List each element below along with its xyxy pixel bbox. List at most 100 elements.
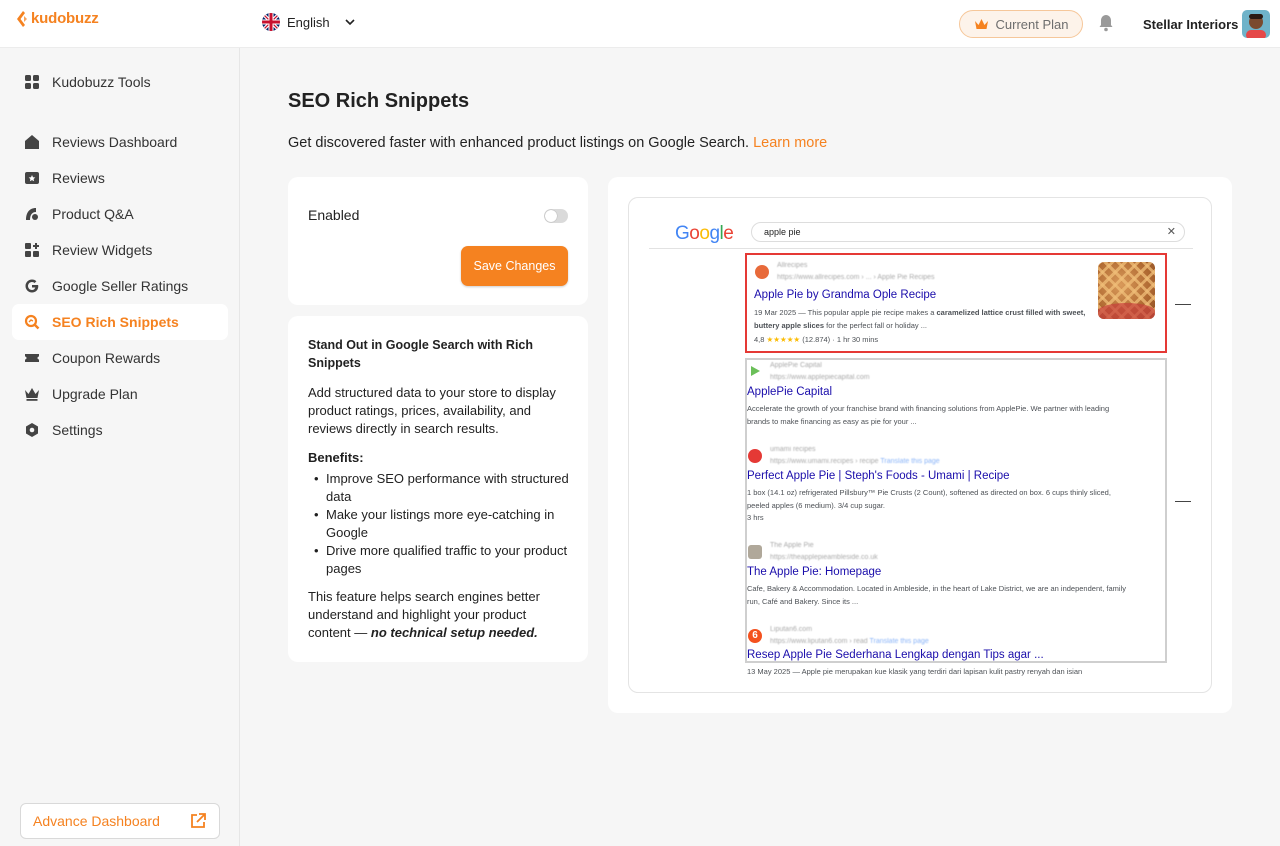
list-item: Make your listings more eye-catching in … <box>308 506 570 542</box>
sidebar-item-label: Coupon Rewards <box>52 350 161 366</box>
the-apple-pie-favicon <box>748 545 762 559</box>
sidebar-item-reviews-dashboard[interactable]: Reviews Dashboard <box>12 124 228 160</box>
external-link-icon <box>191 813 206 828</box>
apple-pie-thumbnail <box>1098 262 1155 319</box>
sidebar-item-google-seller-ratings[interactable]: Google Seller Ratings <box>12 268 228 304</box>
rating-value: 4,8 <box>754 335 765 344</box>
result-site: Allrecipes <box>777 262 808 269</box>
google-logo: Google <box>675 223 734 244</box>
sidebar-item-settings[interactable]: Settings <box>12 412 228 448</box>
sidebar-item-label: Reviews Dashboard <box>52 134 178 150</box>
cook-time: 1 hr 30 mins <box>836 335 879 344</box>
avatar[interactable] <box>1242 10 1270 38</box>
result-title: ApplePie Capital <box>747 386 833 398</box>
result-desc: Accelerate the growth of your franchise … <box>747 404 1110 426</box>
grid-icon <box>25 75 39 89</box>
qa-icon <box>26 208 38 220</box>
advance-dashboard-label: Advance Dashboard <box>33 813 160 829</box>
search-query: apple pie <box>764 227 801 237</box>
result-title: Apple Pie by Grandma Ople Recipe <box>754 289 937 301</box>
top-bar: kudobuzz English Current Plan Stellar In… <box>0 0 1280 48</box>
info-intro: Add structured data to your store to dis… <box>308 385 556 436</box>
divider <box>1175 501 1191 502</box>
result-rating-row: 4,8 ★★★★★ (12.874) · 1 hr 30 mins <box>754 335 879 344</box>
gear-icon <box>26 423 38 437</box>
enabled-label: Enabled <box>308 207 360 223</box>
crown-icon <box>974 18 988 29</box>
sidebar-item-label: SEO Rich Snippets <box>52 314 179 330</box>
sidebar-item-coupon-rewards[interactable]: Coupon Rewards <box>12 340 228 376</box>
divider <box>649 248 1193 249</box>
result-url: https://www.allrecipes.com › ... › Apple… <box>777 274 935 281</box>
result-desc: 1 box (14.1 oz) refrigerated Pillsbury™ … <box>747 488 1111 510</box>
result-time: 3 hrs <box>747 513 764 522</box>
result-site: The Apple Pie <box>770 542 814 549</box>
ticket-icon <box>25 354 39 362</box>
result-title: The Apple Pie: Homepage <box>747 566 882 578</box>
google-icon <box>25 279 39 293</box>
result-url-text: https://www.umami.recipes › recipe <box>770 458 879 465</box>
result-title: Perfect Apple Pie | Steph's Foods - Umam… <box>747 470 1010 482</box>
result-site: Liputan6.com <box>770 626 813 633</box>
result-url: https://www.applepiecapital.com <box>770 374 870 381</box>
crown-icon <box>25 388 39 401</box>
page-title: SEO Rich Snippets <box>288 90 470 112</box>
sidebar-item-label: Settings <box>52 422 103 438</box>
result-date: 19 Mar 2025 <box>754 308 797 317</box>
info-heading: Stand Out in Google Search with Rich Sni… <box>308 338 534 370</box>
translate-link: Translate this page <box>880 458 940 465</box>
sidebar-item-product-qa[interactable]: Product Q&A <box>12 196 228 232</box>
result-site: ApplePie Capital <box>770 362 822 369</box>
result-site: umami recipes <box>770 446 816 453</box>
sidebar-item-label: Review Widgets <box>52 242 153 258</box>
store-name[interactable]: Stellar Interiors <box>1143 17 1238 32</box>
list-item: Drive more qualified traffic to your pro… <box>308 542 570 578</box>
serp-preview: Google apple pie ✕ Allrecipes https://ww… <box>628 197 1212 693</box>
advance-dashboard-button[interactable]: Advance Dashboard <box>20 803 220 839</box>
sidebar-item-label: Product Q&A <box>52 206 134 222</box>
outro-emphasis: no technical setup needed. <box>370 625 538 640</box>
umami-favicon <box>748 449 762 463</box>
seo-icon <box>24 314 40 330</box>
kudobuzz-logo-icon <box>17 10 27 27</box>
current-plan-button[interactable]: Current Plan <box>959 10 1083 38</box>
bell-icon[interactable] <box>1098 14 1114 32</box>
current-plan-label: Current Plan <box>995 16 1069 32</box>
widgets-icon <box>25 243 39 257</box>
home-icon <box>25 135 39 149</box>
result-desc: Cafe, Bakery & Accommodation. Located in… <box>747 584 1126 606</box>
info-outro: This feature helps search engines better… <box>308 588 570 642</box>
language-label: English <box>287 14 330 30</box>
result-url: https://theapplepieambleside.co.uk <box>770 554 878 561</box>
kudobuzz-logo[interactable]: kudobuzz <box>16 10 99 27</box>
applepie-capital-favicon <box>751 366 760 376</box>
uk-flag-icon <box>262 13 280 31</box>
search-input: apple pie ✕ <box>751 222 1185 242</box>
sidebar-item-upgrade-plan[interactable]: Upgrade Plan <box>12 376 228 412</box>
list-item: Improve SEO performance with structured … <box>308 470 570 506</box>
page-subtitle: Get discovered faster with enhanced prod… <box>288 135 827 151</box>
sidebar: Kudobuzz Tools Reviews Dashboard Reviews… <box>0 48 240 846</box>
benefits-list: Improve SEO performance with structured … <box>308 470 570 578</box>
sidebar-item-review-widgets[interactable]: Review Widgets <box>12 232 228 268</box>
sidebar-item-label: Upgrade Plan <box>52 386 138 402</box>
settings-card: Enabled Save Changes <box>288 177 588 305</box>
sidebar-item-seo-rich-snippets[interactable]: SEO Rich Snippets <box>12 304 228 340</box>
result-url: https://www.umami.recipes › recipe Trans… <box>770 458 940 465</box>
divider <box>1175 304 1191 305</box>
save-changes-button[interactable]: Save Changes <box>461 246 568 286</box>
brand-name: kudobuzz <box>31 10 99 27</box>
sidebar-item-kudobuzz-tools[interactable]: Kudobuzz Tools <box>12 64 228 100</box>
language-selector[interactable]: English <box>262 13 357 31</box>
close-icon: ✕ <box>1166 226 1176 238</box>
enabled-toggle[interactable] <box>544 209 568 223</box>
result-url: https://www.liputan6.com › read Translat… <box>770 638 929 645</box>
google-results-mock: Google apple pie ✕ Allrecipes https://ww… <box>629 198 1211 692</box>
sidebar-item-reviews[interactable]: Reviews <box>12 160 228 196</box>
subtitle-text: Get discovered faster with enhanced prod… <box>288 135 750 151</box>
learn-more-link[interactable]: Learn more <box>753 135 827 151</box>
star-box-icon <box>25 172 39 184</box>
user-avatar-icon <box>1242 10 1270 38</box>
liputan6-favicon: 6 <box>748 629 762 643</box>
sidebar-item-label: Google Seller Ratings <box>52 278 189 294</box>
